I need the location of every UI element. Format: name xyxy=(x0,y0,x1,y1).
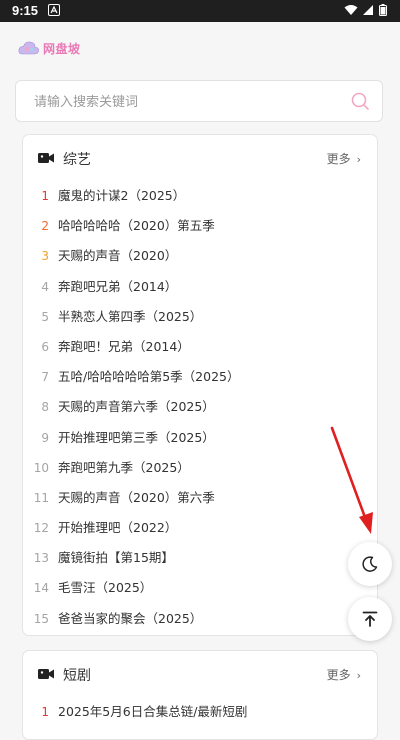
item-title: 2025年5月6日合集总链/最新短剧 xyxy=(58,704,248,719)
item-title: 爸爸当家的聚会（2025） xyxy=(58,610,203,626)
item-title: 魔镜街拍【第15期】 xyxy=(58,550,174,566)
list-item[interactable]: 5 半熟恋人第四季（2025） xyxy=(23,302,377,332)
rank-number: 12 xyxy=(33,521,49,536)
item-title: 奔跑吧！兄弟（2014） xyxy=(58,338,190,354)
section-title: 综艺 xyxy=(63,152,91,168)
section-header: 综艺 更多 › xyxy=(23,135,377,181)
list-item[interactable]: 12 开始推理吧（2022） xyxy=(23,513,377,543)
list-item[interactable]: 10 奔跑吧第九季（2025） xyxy=(23,453,377,483)
item-title: 天赐的声音第六季（2025） xyxy=(58,399,215,415)
rank-number: 14 xyxy=(33,581,49,596)
logo-text: 网盘坡 xyxy=(43,41,81,56)
rank-number: 4 xyxy=(41,279,49,294)
search-bar[interactable] xyxy=(15,80,383,122)
rank-number: 8 xyxy=(41,400,49,415)
list-item[interactable]: 6 奔跑吧！兄弟（2014） xyxy=(23,332,377,362)
item-title: 毛雪汪（2025） xyxy=(58,580,153,596)
item-title: 奔跑吧兄弟（2014） xyxy=(58,278,178,294)
section-variety: 综艺 更多 › 1 魔鬼的计谋2（2025） 2 哈哈哈哈哈（2020）第五季 3 天赐… xyxy=(22,134,378,636)
chevron-right-icon: › xyxy=(356,153,361,166)
rank-number: 6 xyxy=(41,339,49,354)
list-item[interactable]: 14 毛雪汪（2025） xyxy=(23,573,377,603)
back-to-top-icon xyxy=(362,611,378,627)
list-item[interactable]: 7 五哈/哈哈哈哈哈第5季（2025） xyxy=(23,362,377,392)
rank-number: 3 xyxy=(41,249,49,264)
item-title: 天赐的声音（2020）第六季 xyxy=(58,489,215,505)
cloud-logo-icon xyxy=(18,41,39,55)
list-item[interactable]: 2 哈哈哈哈哈（2020）第五季 xyxy=(23,211,377,241)
search-icon[interactable] xyxy=(350,91,370,111)
rank-number: 15 xyxy=(33,611,49,626)
rank-number: 1 xyxy=(41,189,49,203)
list-item[interactable]: 4 奔跑吧兄弟（2014） xyxy=(23,272,377,302)
list-item[interactable]: 1 2025年5月6日合集总链/最新短剧 xyxy=(23,697,377,727)
app-logo[interactable]: 网盘坡 xyxy=(18,38,81,58)
more-link[interactable]: 更多 › xyxy=(327,666,361,683)
list-item[interactable]: 15 爸爸当家的聚会（2025） xyxy=(23,604,377,634)
video-camera-icon xyxy=(38,153,54,163)
moon-icon xyxy=(362,556,378,572)
item-title: 天赐的声音（2020） xyxy=(58,248,178,264)
item-title: 奔跑吧第九季（2025） xyxy=(58,459,190,475)
rank-number: 5 xyxy=(41,309,49,324)
rank-number: 10 xyxy=(33,460,49,475)
item-title: 五哈/哈哈哈哈哈第5季（2025） xyxy=(58,369,240,385)
ranking-list: 1 2025年5月6日合集总链/最新短剧 xyxy=(23,697,377,727)
rank-number: 7 xyxy=(41,370,49,385)
rank-number: 9 xyxy=(41,430,49,445)
rank-number: 2 xyxy=(41,219,49,234)
list-item[interactable]: 13 魔镜街拍【第15期】 xyxy=(23,543,377,573)
notification-a-icon xyxy=(48,4,60,16)
item-title: 开始推理吧（2022） xyxy=(58,520,178,536)
rank-number: 1 xyxy=(41,705,49,719)
item-title: 哈哈哈哈哈（2020）第五季 xyxy=(58,218,215,234)
list-item[interactable]: 3 天赐的声音（2020） xyxy=(23,241,377,271)
list-item[interactable]: 11 天赐的声音（2020）第六季 xyxy=(23,483,377,513)
item-title: 半熟恋人第四季（2025） xyxy=(58,308,203,324)
battery-icon xyxy=(379,4,387,16)
rank-number: 11 xyxy=(33,490,49,505)
section-header: 短剧 更多 › xyxy=(23,651,377,697)
ranking-list: 1 魔鬼的计谋2（2025） 2 哈哈哈哈哈（2020）第五季 3 天赐的声音（202… xyxy=(23,181,377,634)
status-bar: 9:15 xyxy=(0,0,400,22)
more-link[interactable]: 更多 › xyxy=(327,150,361,167)
list-item[interactable]: 1 魔鬼的计谋2（2025） xyxy=(23,181,377,211)
item-title: 魔鬼的计谋2（2025） xyxy=(58,188,186,203)
search-input[interactable] xyxy=(32,90,336,114)
list-item[interactable]: 9 开始推理吧第三季（2025） xyxy=(23,423,377,453)
signal-icon xyxy=(363,5,373,15)
status-time: 9:15 xyxy=(12,3,39,18)
back-to-top-button[interactable] xyxy=(348,597,392,641)
rank-number: 13 xyxy=(33,551,49,566)
item-title: 开始推理吧第三季（2025） xyxy=(58,429,215,445)
section-short-drama: 短剧 更多 › 1 2025年5月6日合集总链/最新短剧 xyxy=(22,650,378,740)
section-title: 短剧 xyxy=(63,668,91,684)
dark-mode-button[interactable] xyxy=(348,542,392,586)
list-item[interactable]: 8 天赐的声音第六季（2025） xyxy=(23,392,377,422)
video-camera-icon xyxy=(38,669,54,679)
chevron-right-icon: › xyxy=(356,669,361,682)
wifi-icon xyxy=(344,5,358,15)
